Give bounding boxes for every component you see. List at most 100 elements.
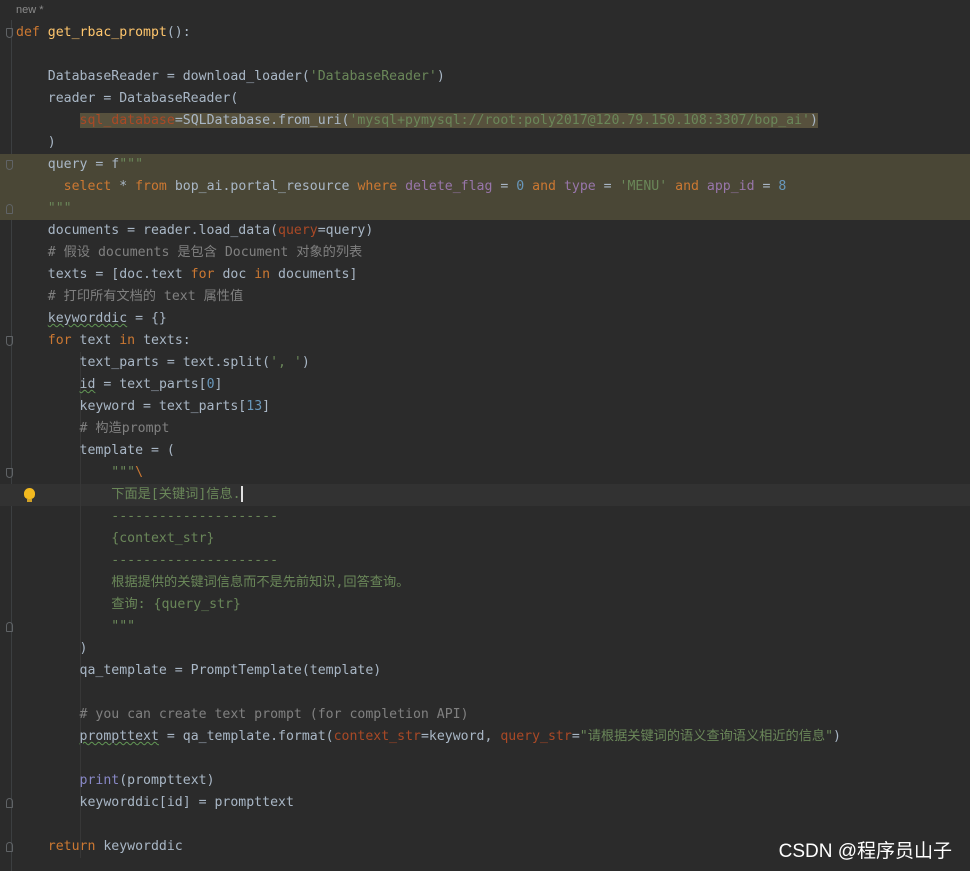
code-line[interactable]: {context_str}: [0, 528, 970, 550]
code-text: ---------------------: [16, 506, 278, 528]
code-line[interactable]: ---------------------: [0, 550, 970, 572]
code-line[interactable]: ): [0, 638, 970, 660]
code-token: ): [833, 729, 841, 744]
code-token: query_str: [500, 729, 572, 744]
code-token: ]: [262, 399, 271, 414]
code-token: select: [63, 179, 112, 194]
code-line[interactable]: ---------------------: [0, 506, 970, 528]
code-token: app_id: [706, 179, 755, 194]
code-line[interactable]: print(prompttext): [0, 770, 970, 792]
code-token: # you can create text prompt (for comple…: [16, 707, 469, 722]
fold-marker-icon[interactable]: [6, 160, 13, 170]
code-text: # you can create text prompt (for comple…: [16, 704, 469, 726]
code-token: texts = [doc.text: [16, 267, 191, 282]
code-text: keyword = text_parts[13]: [16, 396, 271, 418]
code-token: 8: [778, 179, 787, 194]
code-token: sql_database: [79, 113, 175, 128]
code-line[interactable]: reader = DatabaseReader(: [0, 88, 970, 110]
code-token: =: [571, 729, 580, 744]
code-line[interactable]: """: [0, 198, 970, 220]
code-line[interactable]: select * from bop_ai.portal_resource whe…: [0, 176, 970, 198]
code-line[interactable]: query = f""": [0, 154, 970, 176]
fold-marker-icon[interactable]: [6, 204, 13, 214]
code-line[interactable]: qa_template = PromptTemplate(template): [0, 660, 970, 682]
code-line[interactable]: text_parts = text.split(', '): [0, 352, 970, 374]
code-token: ): [16, 135, 56, 150]
code-token: *: [111, 179, 136, 194]
code-line[interactable]: prompttext = qa_template.format(context_…: [0, 726, 970, 748]
code-token: 'mysql+pymysql://root:poly2017@120.79.15…: [349, 113, 810, 128]
fold-marker-icon[interactable]: [6, 622, 13, 632]
code-token: 查询: {query_str}: [16, 597, 241, 612]
code-line[interactable]: [0, 814, 970, 836]
code-line[interactable]: def get_rbac_prompt():: [0, 22, 970, 44]
code-token: """: [16, 619, 136, 634]
code-token: id: [79, 377, 96, 392]
code-line[interactable]: keyword = text_parts[13]: [0, 396, 970, 418]
code-line[interactable]: [0, 748, 970, 770]
code-token: =keyword,: [420, 729, 501, 744]
code-token: = text_parts[: [95, 377, 207, 392]
code-token: qa_template = PromptTemplate(template): [16, 663, 382, 678]
code-text: select * from bop_ai.portal_resource whe…: [16, 176, 787, 198]
code-line[interactable]: # 构造prompt: [0, 418, 970, 440]
code-line[interactable]: sql_database=SQLDatabase.from_uri('mysql…: [0, 110, 970, 132]
code-token: keyword = text_parts[: [16, 399, 247, 414]
code-line[interactable]: keyworddic[id] = prompttext: [0, 792, 970, 814]
code-token: in: [254, 267, 271, 282]
code-text: # 假设 documents 是包含 Document 对象的列表: [16, 242, 363, 264]
code-token: context_str: [333, 729, 421, 744]
code-token: "请根据关键词的语义查询语义相近的信息": [579, 729, 834, 744]
code-token: reader = DatabaseReader(: [16, 91, 239, 106]
code-token: """: [16, 465, 136, 480]
fold-marker-icon[interactable]: [6, 798, 13, 808]
code-token: =: [754, 179, 779, 194]
code-line[interactable]: # you can create text prompt (for comple…: [0, 704, 970, 726]
code-token: keyworddic: [47, 311, 128, 326]
code-token: query: [278, 223, 318, 238]
code-text: sql_database=SQLDatabase.from_uri('mysql…: [16, 110, 818, 132]
code-line[interactable]: """: [0, 616, 970, 638]
code-line[interactable]: [0, 682, 970, 704]
code-line[interactable]: ): [0, 132, 970, 154]
code-token: template = (: [16, 443, 175, 458]
code-line[interactable]: """\: [0, 462, 970, 484]
fold-marker-icon[interactable]: [6, 842, 13, 852]
code-token: where: [357, 179, 398, 194]
code-line[interactable]: DatabaseReader = download_loader('Databa…: [0, 66, 970, 88]
code-token: text: [71, 333, 120, 348]
code-line[interactable]: texts = [doc.text for doc in documents]: [0, 264, 970, 286]
code-text: ): [16, 638, 88, 660]
code-line[interactable]: keyworddic = {}: [0, 308, 970, 330]
code-token: bop_ai.portal_resource: [166, 179, 358, 194]
fold-marker-icon[interactable]: [6, 468, 13, 478]
code-token: 根据提供的关键词信息而不是先前知识,回答查询。: [16, 575, 410, 590]
code-line[interactable]: # 假设 documents 是包含 Document 对象的列表: [0, 242, 970, 264]
code-line[interactable]: [0, 44, 970, 66]
code-line[interactable]: 根据提供的关键词信息而不是先前知识,回答查询。: [0, 572, 970, 594]
code-line[interactable]: # 打印所有文档的 text 属性值: [0, 286, 970, 308]
editor-tab-title[interactable]: new *: [16, 4, 44, 16]
code-line[interactable]: 下面是[关键词]信息.: [0, 484, 970, 506]
code-token: in: [119, 333, 136, 348]
code-line[interactable]: documents = reader.load_data(query=query…: [0, 220, 970, 242]
code-line[interactable]: template = (: [0, 440, 970, 462]
code-editor[interactable]: def get_rbac_prompt(): DatabaseReader = …: [0, 22, 970, 858]
fold-marker-icon[interactable]: [6, 28, 13, 38]
code-token: get_rbac_prompt: [47, 25, 167, 40]
code-text: 下面是[关键词]信息.: [16, 484, 243, 506]
code-token: =: [492, 179, 517, 194]
indent-guide: [80, 748, 81, 770]
code-line[interactable]: for text in texts:: [0, 330, 970, 352]
code-line[interactable]: id = text_parts[0]: [0, 374, 970, 396]
code-text: documents = reader.load_data(query=query…: [16, 220, 374, 242]
code-text: # 打印所有文档的 text 属性值: [16, 286, 243, 308]
code-line[interactable]: 查询: {query_str}: [0, 594, 970, 616]
code-text: keyworddic = {}: [16, 308, 167, 330]
fold-marker-icon[interactable]: [6, 336, 13, 346]
